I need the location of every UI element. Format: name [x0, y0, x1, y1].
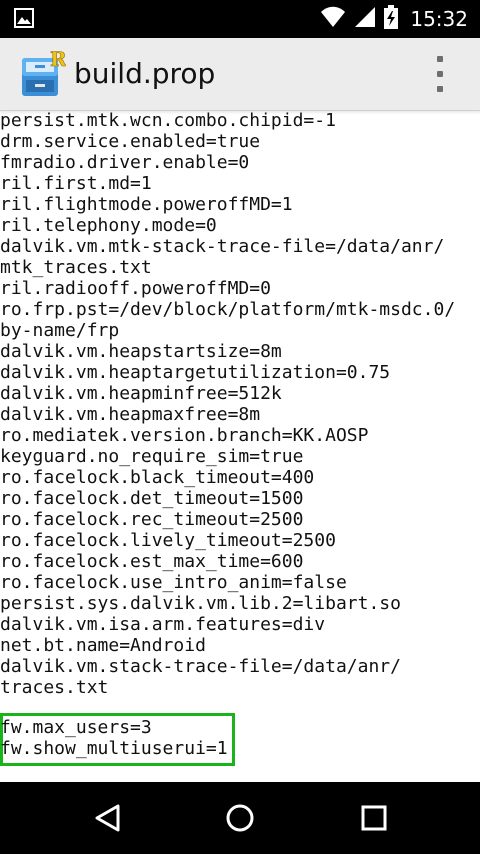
prop-line: ril.flightmode.poweroffMD=1 [0, 194, 293, 215]
prop-line: ro.facelock.black_timeout=400 [0, 467, 315, 488]
prop-line: dalvik.vm.mtk-stack-trace-file=/data/anr… [0, 236, 445, 257]
prop-line: ro.facelock.det_timeout=1500 [0, 488, 304, 509]
highlighted-prop-line: fw.show_multiuserui=1 [0, 738, 228, 759]
prop-line: ril.telephony.mode=0 [0, 215, 217, 236]
prop-line: keyguard.no_require_sim=true [0, 446, 304, 467]
prop-line: dalvik.vm.heaptargetutilization=0.75 [0, 362, 391, 383]
image-notification-icon [14, 8, 34, 32]
prop-line: persist.sys.dalvik.vm.lib.2=libart.so [0, 593, 401, 614]
prop-line: ro.facelock.rec_timeout=2500 [0, 509, 304, 530]
wifi-icon [320, 6, 346, 32]
page-title: build.prop [74, 57, 216, 90]
prop-line: dalvik.vm.isa.arm.features=div [0, 614, 326, 635]
prop-line: dalvik.vm.heapstartsize=8m [0, 341, 282, 362]
prop-line: fmradio.driver.enable=0 [0, 152, 250, 173]
svg-text:R: R [50, 50, 66, 71]
prop-line: ro.facelock.lively_timeout=2500 [0, 530, 336, 551]
recents-square-icon[interactable] [354, 800, 394, 836]
prop-line: mtk_traces.txt [0, 257, 152, 278]
prop-line: ro.frp.pst=/dev/block/platform/mtk-msdc.… [0, 299, 456, 320]
prop-line: ril.radiooff.poweroffMD=0 [0, 278, 271, 299]
prop-line: dalvik.vm.stack-trace-file=/data/anr/ [0, 656, 401, 677]
prop-line: ro.facelock.est_max_time=600 [0, 551, 304, 572]
prop-line: by-name/frp [0, 320, 120, 341]
back-triangle-icon[interactable] [87, 800, 127, 836]
prop-line: persist.mtk.wcn.combo.chipid=-1 [0, 110, 336, 131]
home-circle-icon[interactable] [220, 800, 260, 836]
prop-line: ro.facelock.use_intro_anim=false [0, 572, 347, 593]
prop-line: drm.service.enabled=true [0, 131, 261, 152]
prop-lines: persist.mtk.wcn.combo.chipid=-1 drm.servi… [0, 110, 480, 698]
prop-line: net.bt.name=Android [0, 635, 206, 656]
prop-line: ro.mediatek.version.branch=KK.AOSP [0, 425, 369, 446]
prop-line: ril.first.md=1 [0, 173, 152, 194]
root-explorer-cabinet-icon[interactable]: R [20, 47, 67, 98]
overflow-menu-icon[interactable] [428, 56, 452, 92]
highlighted-lines: fw.max_users=3 fw.show_multiuserui=1 [0, 717, 228, 759]
prop-line: dalvik.vm.heapminfree=512k [0, 383, 282, 404]
action-bar: R build.prop [0, 38, 480, 111]
file-content[interactable]: persist.mtk.wcn.combo.chipid=-1 drm.servi… [0, 110, 480, 782]
battery-charging-icon [384, 5, 399, 33]
highlighted-prop-line: fw.max_users=3 [0, 717, 152, 738]
status-bar: 15:32 [0, 0, 480, 38]
cell-signal-icon [354, 6, 376, 32]
nav-bar [0, 782, 480, 854]
status-time: 15:32 [410, 7, 468, 31]
prop-line: traces.txt [0, 677, 109, 698]
prop-line: dalvik.vm.heapmaxfree=8m [0, 404, 261, 425]
